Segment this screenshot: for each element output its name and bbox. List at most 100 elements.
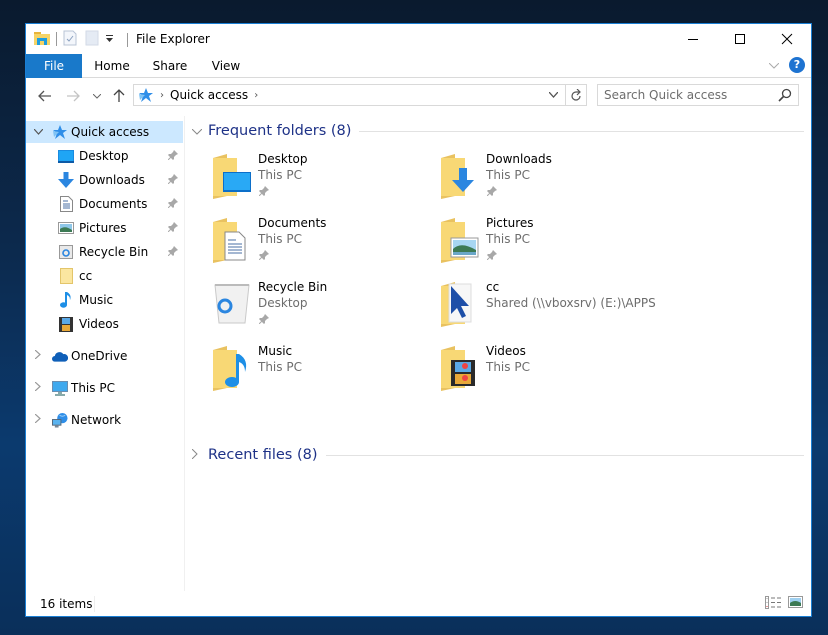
recycle-bin-icon — [58, 244, 74, 260]
folder-tile-downloads[interactable]: Downloads This PC — [439, 152, 659, 212]
nav-item-documents[interactable]: Documents — [26, 193, 183, 215]
pictures-folder-icon — [441, 218, 479, 263]
nav-item-downloads[interactable]: Downloads — [26, 169, 183, 191]
tab-share[interactable]: Share — [146, 54, 194, 78]
nav-item-desktop[interactable]: Desktop — [26, 145, 183, 167]
breadcrumb-separator[interactable]: › — [254, 90, 258, 101]
folder-location: This PC — [258, 360, 302, 374]
group-header-recent-files[interactable]: Recent files (8) — [191, 445, 804, 465]
up-button[interactable] — [111, 87, 127, 105]
status-bar: 16 items — [26, 592, 811, 616]
folder-location: This PC — [486, 360, 530, 374]
content-area: Frequent folders (8) Desktop This PC Dow… — [186, 116, 811, 591]
group-divider — [325, 454, 804, 456]
group-header-frequent-folders[interactable]: Frequent folders (8) — [191, 121, 804, 141]
folder-tile-recycle-bin[interactable]: Recycle Bin Desktop — [211, 280, 431, 340]
folder-name: Recycle Bin — [258, 280, 328, 294]
pin-icon — [486, 249, 497, 263]
pin-icon — [167, 173, 178, 187]
folder-tile-pictures[interactable]: Pictures This PC — [439, 216, 659, 276]
folder-tile-music[interactable]: Music This PC — [211, 344, 431, 404]
nav-item-this-pc[interactable]: This PC — [26, 377, 183, 399]
group-title: Frequent folders (8) — [208, 123, 352, 139]
expand-chevron-icon[interactable] — [33, 127, 43, 138]
nav-item-label: Pictures — [79, 221, 127, 235]
tab-file[interactable]: File — [26, 54, 82, 78]
nav-item-cc[interactable]: cc — [26, 265, 183, 287]
forward-arrow-icon — [67, 90, 80, 102]
quick-access-star-icon — [52, 124, 68, 140]
address-bar[interactable]: › Quick access › — [133, 84, 587, 106]
folder-name: Music — [258, 344, 293, 358]
downloads-folder-icon — [441, 154, 474, 199]
folder-location: Desktop — [258, 296, 308, 310]
folder-tile-desktop[interactable]: Desktop This PC — [211, 152, 431, 212]
tab-view[interactable]: View — [204, 54, 248, 78]
close-button[interactable] — [764, 24, 809, 54]
onedrive-icon — [52, 348, 68, 364]
navigation-bar: › Quick access › — [26, 79, 811, 111]
recent-locations-button[interactable] — [91, 87, 103, 105]
recycle-bin-icon — [214, 284, 250, 324]
nav-item-music[interactable]: Music — [26, 289, 183, 311]
expand-chevron-icon[interactable] — [33, 381, 43, 394]
breadcrumb-separator[interactable]: › — [160, 90, 164, 101]
title-separator — [127, 33, 128, 47]
close-icon — [781, 33, 792, 45]
maximize-button[interactable] — [718, 24, 763, 54]
folder-name: Pictures — [486, 216, 534, 230]
nav-item-recycle-bin[interactable]: Recycle Bin — [26, 241, 183, 263]
nav-item-videos[interactable]: Videos — [26, 313, 183, 335]
nav-item-label: Music — [79, 293, 114, 307]
folder-name: Downloads — [486, 152, 552, 166]
nav-item-label: Documents — [79, 197, 148, 211]
nav-item-label: Videos — [79, 317, 119, 331]
nav-item-pictures[interactable]: Pictures — [26, 217, 183, 239]
folder-name: Documents — [258, 216, 327, 230]
nav-item-network[interactable]: Network — [26, 409, 183, 431]
nav-item-quick-access[interactable]: Quick access — [26, 121, 183, 143]
search-input[interactable] — [604, 88, 774, 102]
forward-button[interactable] — [64, 87, 82, 105]
nav-item-label: Network — [71, 413, 122, 427]
folder-tile-cc[interactable]: cc Shared (\\vboxsrv) (E:)\APPS — [439, 280, 779, 340]
properties-icon[interactable] — [63, 30, 77, 49]
folder-tile-documents[interactable]: Documents This PC — [211, 216, 431, 276]
back-button[interactable] — [36, 87, 54, 105]
nav-item-label: This PC — [71, 381, 115, 395]
minimize-button[interactable] — [671, 24, 716, 54]
refresh-icon — [571, 88, 581, 101]
pin-icon — [258, 185, 269, 199]
music-folder-icon — [213, 346, 247, 391]
new-folder-icon[interactable] — [85, 30, 99, 49]
breadcrumb-quick-access[interactable]: Quick access — [170, 88, 248, 102]
large-icons-view-button[interactable] — [788, 596, 803, 612]
quick-access-toolbar — [34, 30, 114, 48]
file-explorer-icon[interactable] — [34, 31, 50, 48]
expand-ribbon-button[interactable] — [768, 58, 780, 72]
folder-location: This PC — [258, 232, 302, 246]
address-history-dropdown[interactable] — [544, 85, 562, 105]
search-icon[interactable] — [778, 88, 792, 105]
expand-chevron-icon[interactable] — [33, 413, 43, 426]
file-explorer-window: File Explorer File Home Share View ? › Q… — [25, 23, 812, 617]
pin-icon — [258, 313, 269, 327]
help-button[interactable]: ? — [789, 57, 805, 73]
folder-location: This PC — [486, 168, 530, 182]
folder-icon — [58, 268, 74, 284]
search-box[interactable] — [597, 84, 799, 106]
toolbar-separator — [56, 32, 57, 46]
details-view-button[interactable] — [765, 596, 782, 612]
customize-dropdown-icon[interactable] — [105, 32, 114, 46]
quick-access-star-icon — [138, 87, 154, 103]
back-arrow-icon — [38, 90, 51, 102]
nav-item-onedrive[interactable]: OneDrive — [26, 345, 183, 367]
tab-home[interactable]: Home — [88, 54, 136, 78]
expand-chevron-icon[interactable] — [33, 349, 43, 362]
refresh-button[interactable] — [565, 84, 587, 106]
music-icon — [58, 292, 74, 308]
view-switcher — [765, 596, 803, 612]
pin-icon — [167, 149, 178, 163]
shared-folder-icon — [441, 282, 472, 327]
folder-tile-videos[interactable]: Videos This PC — [439, 344, 659, 404]
